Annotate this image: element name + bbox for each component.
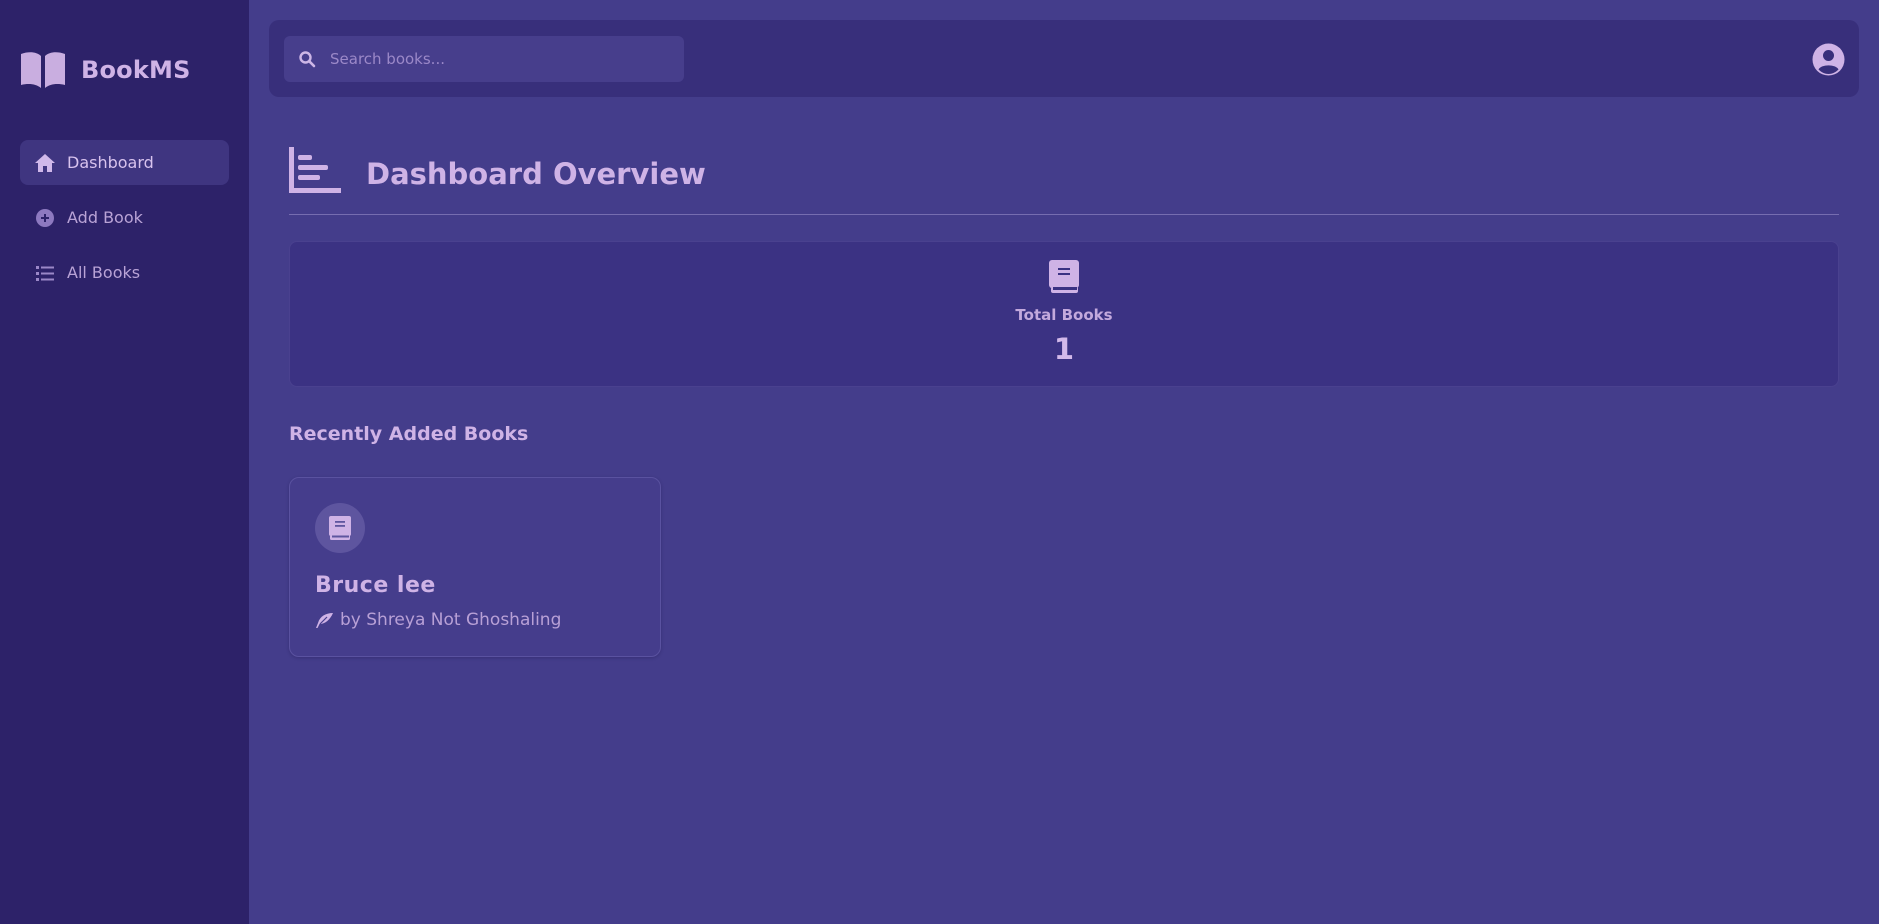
topbar — [269, 20, 1859, 97]
page-header: Dashboard Overview — [289, 146, 1839, 194]
book-card[interactable]: Bruce lee by Shreya Not Ghoshaling — [289, 477, 661, 657]
app-name: BookMS — [81, 56, 191, 84]
stat-value: 1 — [1053, 332, 1075, 366]
user-circle-icon[interactable] — [1812, 43, 1845, 76]
home-icon — [35, 153, 55, 172]
book-icon — [1049, 260, 1079, 293]
dashboard-content: Dashboard Overview Total Books 1 Recentl… — [269, 146, 1859, 657]
sidebar-item-label: Add Book — [67, 208, 143, 227]
sidebar-item-add-book[interactable]: Add Book — [20, 195, 229, 240]
book-avatar — [315, 503, 365, 553]
book-author-row: by Shreya Not Ghoshaling — [315, 610, 660, 630]
sidebar-item-all-books[interactable]: All Books — [20, 250, 229, 295]
sidebar-item-label: Dashboard — [67, 153, 154, 172]
sidebar: BookMS Dashboard Add Book All Books — [0, 0, 249, 924]
search-box[interactable] — [284, 35, 684, 82]
book-title: Bruce lee — [315, 573, 436, 598]
sidebar-item-dashboard[interactable]: Dashboard — [20, 140, 229, 185]
page-title: Dashboard Overview — [366, 157, 706, 191]
total-books-card: Total Books 1 — [289, 241, 1839, 387]
book-author: by Shreya Not Ghoshaling — [340, 610, 562, 630]
divider — [289, 214, 1839, 215]
main-area: Dashboard Overview Total Books 1 Recentl… — [249, 0, 1879, 924]
search-input[interactable] — [330, 38, 670, 79]
feather-icon — [316, 612, 333, 628]
bar-chart-icon — [289, 147, 341, 193]
app-root: BookMS Dashboard Add Book All Books Sear… — [0, 0, 1879, 924]
book-open-icon — [21, 52, 65, 88]
search-icon — [299, 50, 316, 67]
plus-circle-icon — [36, 208, 54, 227]
book-icon — [329, 516, 351, 540]
sidebar-nav: Dashboard Add Book All Books — [0, 140, 249, 295]
brand[interactable]: BookMS — [0, 0, 249, 100]
stat-label: Total Books — [1015, 306, 1113, 324]
sidebar-item-label: All Books — [67, 263, 141, 282]
section-title: Recently Added Books — [289, 423, 529, 445]
list-icon — [36, 265, 54, 281]
